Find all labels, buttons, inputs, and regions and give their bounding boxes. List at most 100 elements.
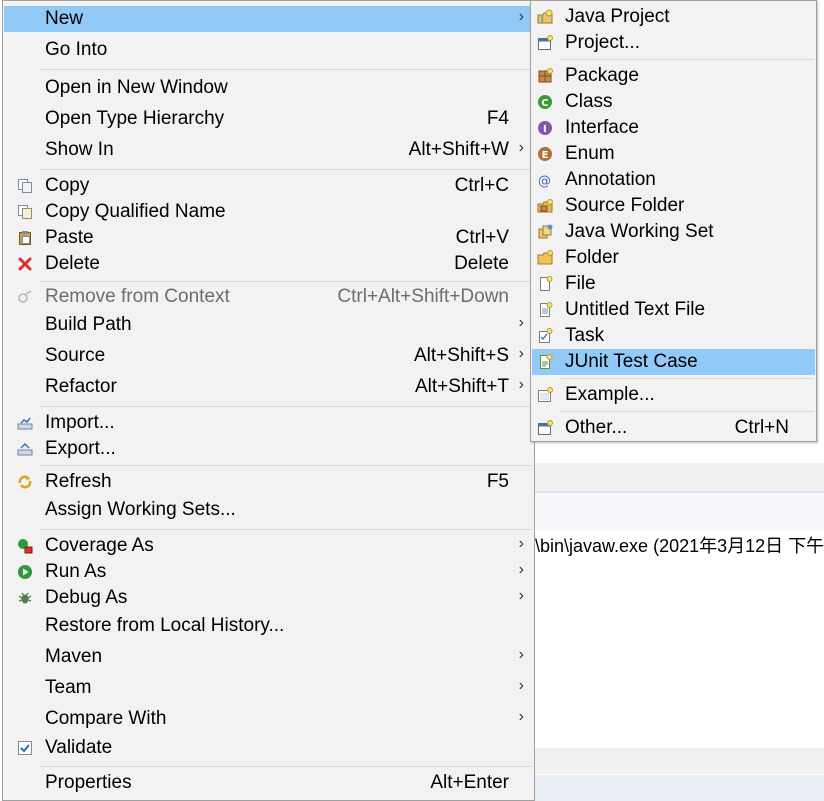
menu-item-open-type-hierarchy[interactable]: Open Type Hierarchy F4 bbox=[4, 106, 533, 132]
svg-text:E: E bbox=[542, 150, 549, 161]
menu-item-build-path[interactable]: Build Path › bbox=[4, 312, 533, 338]
chevron-right-icon: › bbox=[518, 139, 524, 156]
submenu-item-label: Other... bbox=[565, 417, 628, 438]
menu-item-label: Debug As bbox=[45, 587, 128, 608]
menu-item-paste[interactable]: Paste Ctrl+V bbox=[4, 225, 533, 251]
source-folder-icon bbox=[536, 197, 554, 215]
menu-item-label: Delete bbox=[45, 253, 100, 274]
menu-item-import[interactable]: Import... bbox=[4, 410, 533, 436]
submenu-item-enum[interactable]: E Enum bbox=[532, 141, 815, 167]
menu-item-export[interactable]: Export... bbox=[4, 436, 533, 462]
menu-item-refactor[interactable]: Refactor Alt+Shift+T › bbox=[4, 374, 533, 400]
view-toolbar bbox=[535, 491, 824, 530]
menu-item-shortcut: F5 bbox=[486, 471, 509, 492]
submenu-item-label: Project... bbox=[565, 32, 640, 53]
menu-item-go-into[interactable]: Go Into bbox=[4, 37, 533, 63]
menu-item-remove-from-context[interactable]: Remove from Context Ctrl+Alt+Shift+Down bbox=[4, 284, 533, 310]
submenu-item-label: Source Folder bbox=[565, 195, 685, 216]
menu-item-label: Maven bbox=[45, 646, 103, 667]
validate-check-icon bbox=[16, 739, 34, 757]
menu-item-assign-working-sets[interactable]: Assign Working Sets... bbox=[4, 497, 533, 523]
view-tab-bar bbox=[535, 463, 824, 491]
submenu-item-java-working-set[interactable]: Java Working Set bbox=[532, 219, 815, 245]
coverage-icon bbox=[16, 537, 34, 555]
menu-item-shortcut: Delete bbox=[454, 253, 509, 274]
menu-item-restore-local-history[interactable]: Restore from Local History... bbox=[4, 613, 533, 639]
menu-item-open-in-new-window[interactable]: Open in New Window bbox=[4, 75, 533, 101]
enum-icon: E bbox=[536, 145, 554, 163]
menu-item-label: Refactor bbox=[45, 376, 117, 397]
submenu-item-other[interactable]: Other... Ctrl+N bbox=[532, 415, 815, 441]
junit-test-case-icon bbox=[536, 353, 554, 371]
file-icon bbox=[536, 275, 554, 293]
menu-item-shortcut: Ctrl+C bbox=[454, 175, 509, 196]
menu-item-debug-as[interactable]: Debug As › bbox=[4, 585, 533, 611]
menu-item-label: Go Into bbox=[45, 39, 108, 60]
submenu-item-folder[interactable]: Folder bbox=[532, 245, 815, 271]
status-strip bbox=[535, 748, 824, 774]
menu-item-coverage-as[interactable]: Coverage As › bbox=[4, 533, 533, 559]
menu-item-label: Remove from Context bbox=[45, 286, 230, 307]
submenu-item-java-project[interactable]: J Java Project bbox=[532, 4, 815, 30]
menu-item-properties[interactable]: Properties Alt+Enter bbox=[4, 770, 533, 796]
menu-item-shortcut: F4 bbox=[486, 108, 509, 129]
menu-item-show-in[interactable]: Show In Alt+Shift+W › bbox=[4, 137, 533, 163]
other-icon bbox=[536, 419, 554, 437]
paste-icon bbox=[16, 229, 34, 247]
menu-separator bbox=[39, 465, 532, 466]
context-menu: New › Go Into Open in New Window Open Ty… bbox=[2, 0, 535, 801]
chevron-right-icon: › bbox=[518, 345, 524, 362]
submenu-item-project[interactable]: Project... bbox=[532, 30, 815, 56]
submenu-item-source-folder[interactable]: Source Folder bbox=[532, 193, 815, 219]
menu-separator bbox=[39, 406, 532, 407]
menu-item-label: Paste bbox=[45, 227, 94, 248]
debug-bug-icon bbox=[16, 589, 34, 607]
project-icon bbox=[536, 34, 554, 52]
submenu-item-interface[interactable]: I Interface bbox=[532, 115, 815, 141]
submenu-item-label: Java Working Set bbox=[565, 221, 714, 242]
menu-item-team[interactable]: Team › bbox=[4, 675, 533, 701]
submenu-item-file[interactable]: File bbox=[532, 271, 815, 297]
submenu-item-untitled-text-file[interactable]: Untitled Text File bbox=[532, 297, 815, 323]
chevron-right-icon: › bbox=[518, 587, 524, 604]
copy-icon bbox=[16, 177, 34, 195]
submenu-item-label: Task bbox=[565, 325, 605, 346]
submenu-item-label: File bbox=[565, 273, 596, 294]
submenu-item-label: Java Project bbox=[565, 6, 670, 27]
submenu-item-package[interactable]: Package bbox=[532, 63, 815, 89]
menu-item-refresh[interactable]: Refresh F5 bbox=[4, 469, 533, 495]
menu-item-copy[interactable]: Copy Ctrl+C bbox=[4, 173, 533, 199]
menu-item-copy-qualified-name[interactable]: Copy Qualified Name bbox=[4, 199, 533, 225]
menu-separator bbox=[561, 59, 814, 60]
submenu-item-example[interactable]: Example... bbox=[532, 382, 815, 408]
menu-item-maven[interactable]: Maven › bbox=[4, 644, 533, 670]
submenu-item-junit-test-case[interactable]: JUnit Test Case bbox=[532, 349, 815, 375]
view-tab-strip-lower bbox=[535, 775, 824, 801]
submenu-item-label: Enum bbox=[565, 143, 615, 164]
menu-item-label: Coverage As bbox=[45, 535, 154, 556]
menu-item-new[interactable]: New › bbox=[4, 6, 533, 32]
menu-item-label: Run As bbox=[45, 561, 107, 582]
run-icon bbox=[16, 563, 34, 581]
menu-item-shortcut: Alt+Shift+S bbox=[413, 345, 509, 366]
menu-item-source[interactable]: Source Alt+Shift+S › bbox=[4, 343, 533, 369]
package-icon bbox=[536, 67, 554, 85]
menu-item-label: Export... bbox=[45, 438, 116, 459]
menu-item-validate[interactable]: Validate bbox=[4, 735, 533, 761]
menu-item-compare-with[interactable]: Compare With › bbox=[4, 706, 533, 732]
menu-item-shortcut: Ctrl+N bbox=[734, 417, 789, 438]
submenu-item-task[interactable]: Task bbox=[532, 323, 815, 349]
menu-item-label: Source bbox=[45, 345, 106, 366]
submenu-item-annotation[interactable]: @ Annotation bbox=[532, 167, 815, 193]
menu-item-label: Team bbox=[45, 677, 92, 698]
chevron-right-icon: › bbox=[518, 646, 524, 663]
menu-item-label: New bbox=[45, 8, 84, 29]
menu-separator bbox=[39, 281, 532, 282]
submenu-item-class[interactable]: C Class bbox=[532, 89, 815, 115]
menu-item-delete[interactable]: Delete Delete bbox=[4, 251, 533, 277]
class-icon: C bbox=[536, 93, 554, 111]
submenu-item-label: Folder bbox=[565, 247, 619, 268]
menu-item-run-as[interactable]: Run As › bbox=[4, 559, 533, 585]
menu-item-label: Refresh bbox=[45, 471, 112, 492]
menu-item-label: Validate bbox=[45, 737, 113, 758]
